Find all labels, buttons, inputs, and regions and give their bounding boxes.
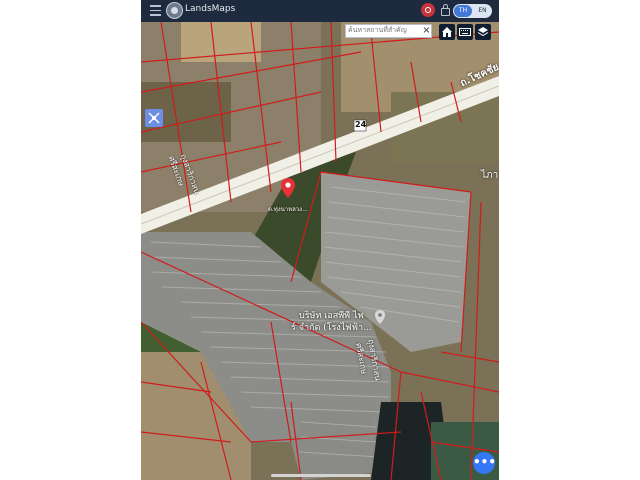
compass-toggle-button[interactable] bbox=[145, 109, 163, 127]
search-close-button[interactable]: × bbox=[421, 24, 432, 38]
road-number: 24 bbox=[355, 120, 367, 129]
more-button[interactable]: ••• bbox=[473, 452, 497, 474]
lang-en-option[interactable]: EN bbox=[474, 5, 491, 17]
app-header: LandsMaps TH EN bbox=[141, 0, 499, 22]
menu-icon[interactable] bbox=[150, 5, 161, 17]
poi-marker-icon[interactable] bbox=[375, 310, 385, 324]
app-title: LandsMaps bbox=[185, 4, 236, 14]
home-icon bbox=[442, 27, 452, 37]
home-indicator bbox=[271, 474, 371, 477]
language-toggle[interactable]: TH EN bbox=[453, 4, 492, 18]
alert-icon[interactable] bbox=[421, 3, 435, 17]
layers-button[interactable] bbox=[475, 24, 491, 40]
compass-icon bbox=[148, 112, 160, 124]
poi-label-line-2: ร์ จำกัด (โรงไฟฟ้า... bbox=[291, 323, 372, 333]
lock-icon[interactable] bbox=[441, 4, 450, 16]
pin-label: ต.ทุ่งนาหลวง... bbox=[268, 206, 308, 213]
place-label-right: ไภา bbox=[481, 170, 499, 181]
map-view[interactable]: 24 ถ.โชคชัย ไภา ถุงสาริกาสน ศรีสะเกษ ต.ท… bbox=[141, 21, 499, 480]
search-input[interactable] bbox=[345, 24, 432, 38]
layers-icon bbox=[477, 27, 489, 37]
more-icon: ••• bbox=[473, 455, 497, 469]
logo bbox=[166, 2, 183, 19]
keyboard-button[interactable] bbox=[457, 24, 473, 40]
map-canvas[interactable] bbox=[141, 21, 499, 480]
screen: 24 ถ.โชคชัย ไภา ถุงสาริกาสน ศรีสะเกษ ต.ท… bbox=[141, 0, 499, 480]
keyboard-icon bbox=[459, 28, 471, 36]
lang-th-option[interactable]: TH bbox=[454, 5, 472, 17]
home-button[interactable] bbox=[439, 24, 455, 40]
pin-icon[interactable] bbox=[281, 178, 295, 198]
